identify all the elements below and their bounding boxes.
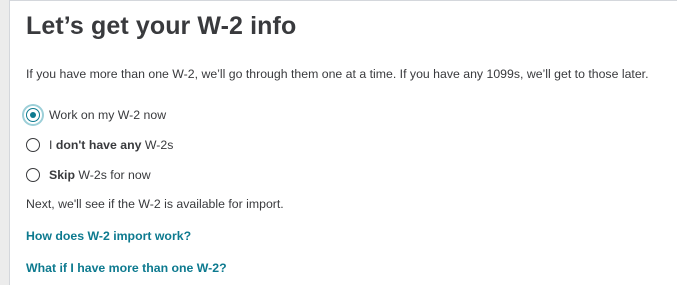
w2-choice-radio-group: Work on my W-2 now I don't have any W-2s… [26, 100, 426, 190]
radio-selected-icon[interactable] [26, 108, 40, 122]
radio-unselected-icon[interactable] [26, 138, 40, 152]
import-note: Next, we'll see if the W-2 is available … [26, 197, 284, 211]
option-label-rest: W-2s for now [74, 168, 151, 182]
w2-info-panel: Let’s get your W-2 info If you have more… [9, 0, 677, 285]
option-label-bold: don't have any [55, 138, 142, 152]
option-work-on-w2-now[interactable]: Work on my W-2 now [26, 100, 426, 130]
option-no-w2s[interactable]: I don't have any W-2s [26, 130, 426, 160]
option-label-work-on-w2: Work on my W-2 now [49, 108, 167, 122]
option-label-rest: W-2s [141, 138, 174, 152]
multiple-w2-help-link[interactable]: What if I have more than one W-2? [26, 261, 227, 275]
option-label-skip-w2s: Skip W-2s for now [49, 168, 151, 182]
w2-import-help-link[interactable]: How does W-2 import work? [26, 229, 191, 243]
option-label-prefix: I [49, 138, 56, 152]
intro-text: If you have more than one W-2, we’ll go … [26, 67, 649, 81]
page-title: Let’s get your W-2 info [26, 12, 297, 40]
option-label-no-w2s: I don't have any W-2s [49, 138, 173, 152]
radio-unselected-icon[interactable] [26, 168, 40, 182]
option-skip-w2s[interactable]: Skip W-2s for now [26, 160, 426, 190]
option-label-bold: Skip [49, 168, 75, 182]
